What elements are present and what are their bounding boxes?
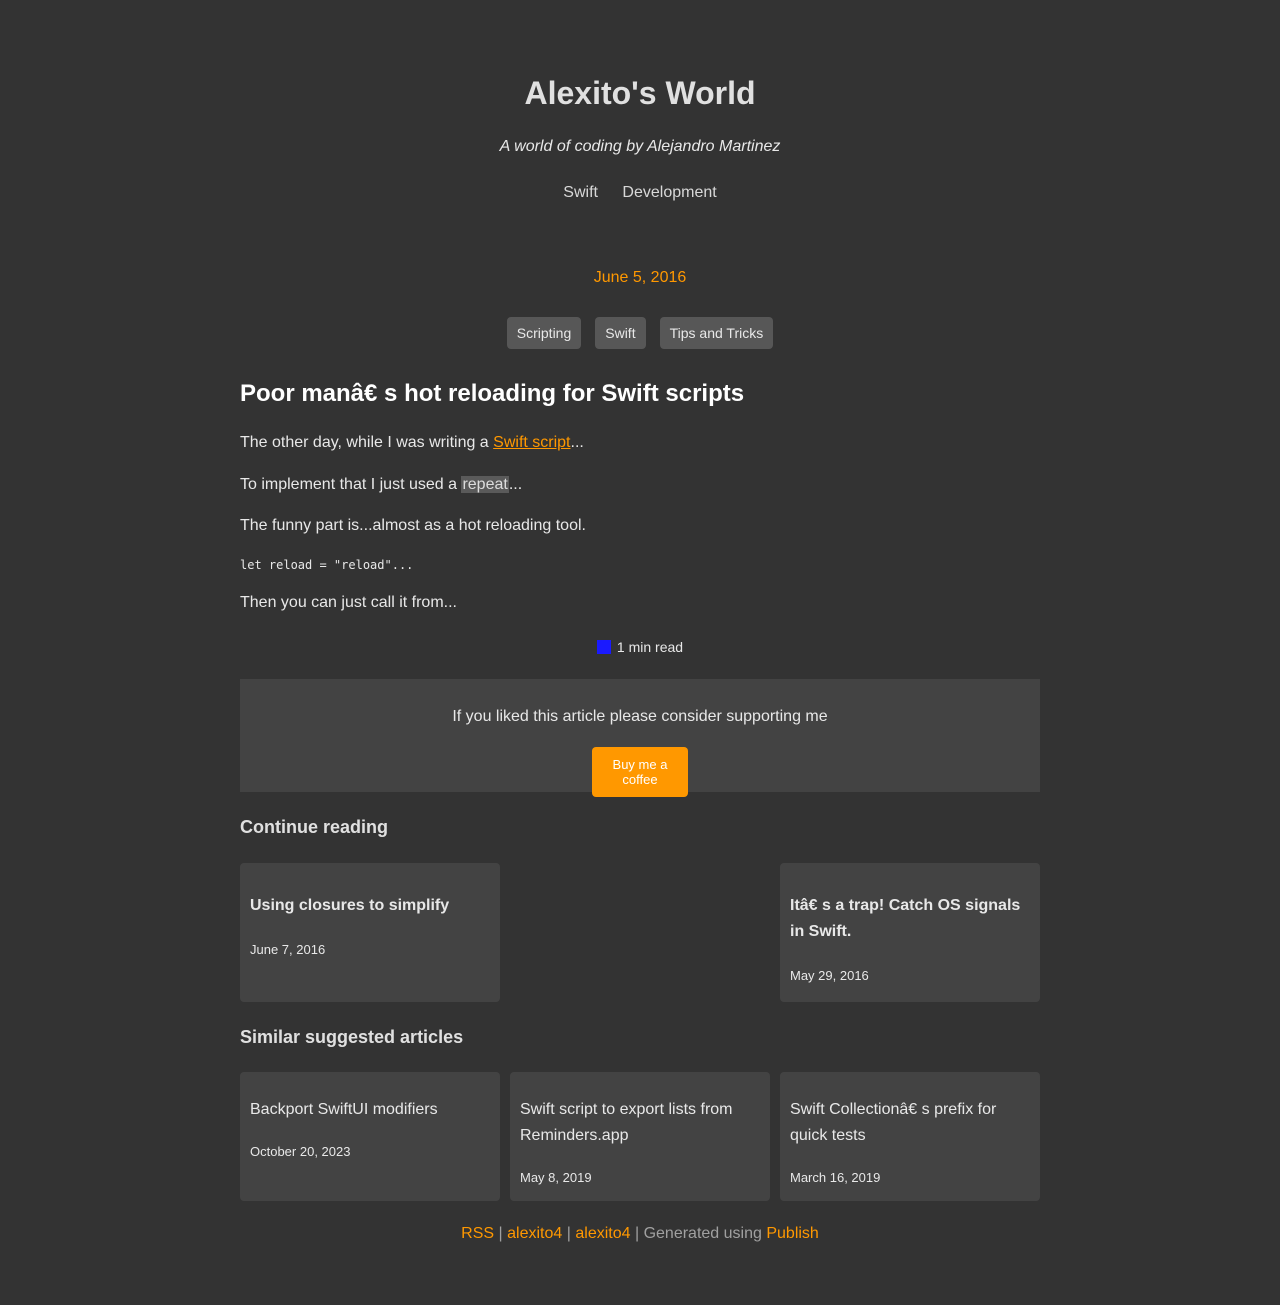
card-date: May 8, 2019 [520, 1170, 592, 1185]
card-date: June 7, 2016 [250, 942, 326, 957]
paragraph: Then you can just call it from... [240, 594, 457, 611]
swift-script-link[interactable]: Swift script [493, 434, 570, 451]
similar-article-card[interactable]: Swift script to export lists from Remind… [510, 1072, 770, 1201]
continue-reading-heading: Continue reading [240, 817, 388, 837]
paragraph-text: To implement that I just used a [240, 476, 462, 493]
paragraph-text: ... [508, 476, 523, 493]
buy-me-a-coffee-button[interactable]: Buy me a coffee [592, 747, 688, 797]
card-date: May 29, 2016 [790, 968, 869, 983]
paragraph-text: ... [570, 434, 584, 451]
tag-list: Scripting Swift Tips and Tricks [240, 317, 1040, 349]
support-text: If you liked this article please conside… [452, 708, 828, 725]
post-title: Poor manâ€ s hot reloading for Swift scr… [240, 380, 745, 407]
footer-link-alexito4[interactable]: alexito4 [507, 1225, 562, 1242]
card-title[interactable]: Swift Collectionâ€ s prefix for quick te… [790, 1097, 1030, 1149]
site-description: A world of coding by Alejandro Martinez [499, 138, 781, 155]
card-date: October 20, 2023 [250, 1144, 351, 1159]
paragraph: The funny part is...almost as a hot relo… [240, 517, 586, 534]
footer-separator: | [498, 1225, 503, 1242]
nav-link-development[interactable]: Development [622, 184, 716, 201]
paragraph: To implement that I just used a repeat..… [240, 475, 1040, 495]
page: Alexito's World A world of coding by Ale… [0, 0, 1280, 1305]
footer-separator: | [566, 1225, 571, 1242]
publish-link[interactable]: Publish [766, 1225, 818, 1242]
similar-article-card[interactable]: Swift Collectionâ€ s prefix for quick te… [780, 1072, 1040, 1201]
read-time: 1 min read [240, 639, 1040, 655]
site-title[interactable]: Alexito's World [240, 74, 1040, 112]
paragraph-text: The other day, while I was writing a [240, 434, 494, 451]
card-title[interactable]: Backport SwiftUI modifiers [250, 1097, 490, 1123]
previous-article-card[interactable]: Using closures to simplify June 7, 2016 [240, 863, 500, 1002]
tag-scripting[interactable]: Scripting [506, 317, 582, 349]
similar-articles-heading: Similar suggested articles [240, 1027, 464, 1047]
code-block: let reload = "reload"... [240, 558, 414, 572]
site-footer: RSS | alexito4 | alexito4 | Generated us… [240, 1224, 1040, 1244]
footer-generated-text: Generated using [643, 1225, 762, 1242]
inline-code: repeat [461, 476, 509, 493]
next-article-card[interactable]: Itâ€ s a trap! Catch OS signals in Swift… [780, 863, 1040, 1002]
site-header: Alexito's World A world of coding by Ale… [240, 0, 1040, 203]
nav-link-swift[interactable]: Swift [563, 184, 598, 201]
tag-swift[interactable]: Swift [595, 317, 646, 349]
post: June 5, 2016 Scripting Swift Tips and Tr… [240, 268, 1040, 655]
rss-link[interactable]: RSS [461, 1225, 494, 1242]
similar-articles: Similar suggested articles Backport Swif… [240, 1026, 1040, 1201]
paragraph: The other day, while I was writing a Swi… [240, 433, 1040, 453]
similar-article-card[interactable]: Backport SwiftUI modifiers October 20, 2… [240, 1072, 500, 1201]
footer-link-alexito4-secondary[interactable]: alexito4 [575, 1225, 630, 1242]
card-title[interactable]: Itâ€ s a trap! Catch OS signals in Swift… [790, 893, 1030, 945]
tag-tips-and-tricks[interactable]: Tips and Tricks [659, 317, 774, 349]
card-date: March 16, 2019 [790, 1170, 881, 1185]
post-body: The other day, while I was writing a Swi… [240, 433, 1040, 613]
similar-articles-cards: Backport SwiftUI modifiers October 20, 2… [240, 1072, 1040, 1201]
continue-reading-cards: Using closures to simplify June 7, 2016 … [240, 863, 1040, 1002]
card-title[interactable]: Swift script to export lists from Remind… [520, 1097, 760, 1149]
read-time-label: 1 min read [616, 639, 684, 655]
main-nav: Swift Development [240, 183, 1040, 203]
footer-separator: | [634, 1225, 640, 1242]
support-box: If you liked this article please conside… [240, 679, 1040, 797]
continue-reading: Continue reading Using closures to simpl… [240, 816, 1040, 1002]
clock-icon [596, 640, 611, 654]
post-date: June 5, 2016 [593, 269, 687, 286]
card-title[interactable]: Using closures to simplify [250, 893, 490, 919]
content-wrapper: Alexito's World A world of coding by Ale… [240, 0, 1040, 1244]
